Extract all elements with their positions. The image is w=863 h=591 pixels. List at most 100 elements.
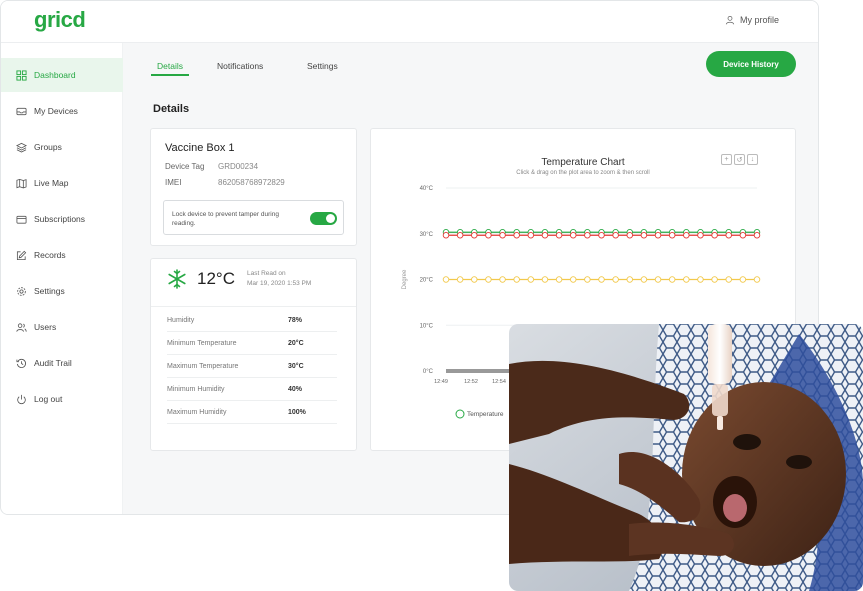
sidebar-item-label: Dashboard [34,70,76,80]
data-point [485,276,492,283]
imei-label: IMEI [165,178,182,187]
legend-marker [455,409,465,419]
data-point [541,231,549,239]
x-tick-label: 12:54 [492,379,506,385]
data-point [499,276,506,283]
data-point [598,276,605,283]
last-read-time: Mar 19, 2020 1:53 PM [246,280,312,287]
tab-details[interactable]: Details [151,61,189,76]
toggle-knob [326,214,335,223]
my-profile-link[interactable]: My profile [725,15,779,25]
data-point [753,276,761,283]
sidebar-item-audit-trail[interactable]: Audit Trail [1,346,123,380]
dashboard-icon [16,69,27,81]
data-point [541,276,549,283]
stat-row-min-temperature: Minimum Temperature 20°C [167,332,337,355]
y-tick-label: 10°C [420,323,434,329]
data-point [612,231,619,239]
data-point [569,231,577,239]
stat-value: 20°C [288,339,304,347]
y-tick-label: 0°C [423,369,434,375]
data-point [753,231,761,239]
data-point [555,231,563,239]
data-point [626,276,634,283]
sidebar-item-my-devices[interactable]: My Devices [1,94,123,128]
data-point [640,231,648,239]
imei-row: IMEI 862058768972829 [165,178,285,187]
gricd-logo[interactable]: gricd [34,7,86,33]
data-point [442,276,450,283]
section-title: Details [153,103,190,115]
last-read: Last Read on Mar 19, 2020 1:53 PM [247,269,311,289]
tamper-lock-box: Lock device to prevent tamper during rea… [163,200,344,235]
temperature-value: 12°C [197,269,235,288]
audit-trail-icon [16,358,26,368]
data-point [485,231,492,239]
data-point [527,231,535,239]
data-point [739,231,747,239]
data-point [711,231,718,239]
stat-row-humidity: Humidity 78% [167,309,337,332]
y-tick-label: 20°C [420,278,434,284]
stat-label: Maximum Temperature [167,362,239,370]
data-point [555,276,563,283]
x-tick-label: 12:52 [464,379,478,385]
sidebar-item-groups[interactable]: Groups [1,130,123,164]
data-point [527,276,535,283]
device-tag-value: GRD00234 [218,162,259,171]
data-point [725,276,732,283]
data-point [612,276,619,283]
stat-value: 40% [288,385,303,393]
user-icon [725,15,735,25]
data-point [668,231,676,239]
last-read-label: Last Read on [246,270,286,278]
sidebar-item-label: Subscriptions [34,214,86,224]
stat-value: 100% [288,408,306,416]
sidebar-item-live-map[interactable]: Live Map [1,166,123,200]
sidebar: Dashboard My Devices Groups Live Map Sub… [1,43,123,514]
sidebar-item-label: My Devices [34,106,78,116]
data-point [513,231,520,239]
sidebar-item-label: Groups [34,142,62,152]
sidebar-item-label: Records [34,250,66,260]
groups-icon [16,142,27,152]
data-point [640,276,648,283]
my-profile-label: My profile [739,15,779,25]
data-point [654,276,662,283]
data-point [725,231,732,239]
data-point [711,276,718,283]
device-tag-row: Device Tag GRD00234 [165,162,258,171]
data-point [569,276,577,283]
x-tick-label: 12:49 [434,379,448,385]
sidebar-item-label: Users [34,322,57,332]
tab-settings[interactable]: Settings [307,61,338,71]
data-point [584,231,591,239]
sidebar-item-dashboard[interactable]: Dashboard [1,58,123,92]
imei-value: 862058768972829 [218,178,285,187]
reading-card: 12°C Last Read on Mar 19, 2020 1:53 PM H… [150,258,357,451]
tamper-lock-toggle[interactable] [310,212,337,225]
device-tag-label: Device Tag [165,162,205,171]
tab-notifications[interactable]: Notifications [217,61,263,71]
stat-row-max-humidity: Maximum Humidity 100% [167,401,337,424]
data-point [456,276,464,283]
data-point [598,231,605,239]
users-icon [16,322,27,332]
sidebar-item-log-out[interactable]: Log out [1,382,123,416]
divider [151,306,356,307]
data-point [471,276,478,283]
sidebar-item-subscriptions[interactable]: Subscriptions [1,202,123,236]
sidebar-item-settings[interactable]: Settings [1,274,123,308]
sidebar-item-users[interactable]: Users [1,310,123,344]
sidebar-item-records[interactable]: Records [1,238,123,272]
data-point [499,231,506,239]
y-axis-label: Degree [402,269,408,289]
data-point [739,276,747,283]
tamper-lock-text: Lock device to prevent tamper during rea… [172,211,279,228]
photo-illustration [509,324,863,591]
sidebar-item-label: Audit Trail [34,358,72,368]
temperature-header: 12°C Last Read on Mar 19, 2020 1:53 PM [167,269,311,289]
stat-label: Humidity [167,316,195,324]
stats-list: Humidity 78% Minimum Temperature 20°C Maxi… [167,309,337,424]
device-history-button[interactable]: Device History [706,51,796,77]
